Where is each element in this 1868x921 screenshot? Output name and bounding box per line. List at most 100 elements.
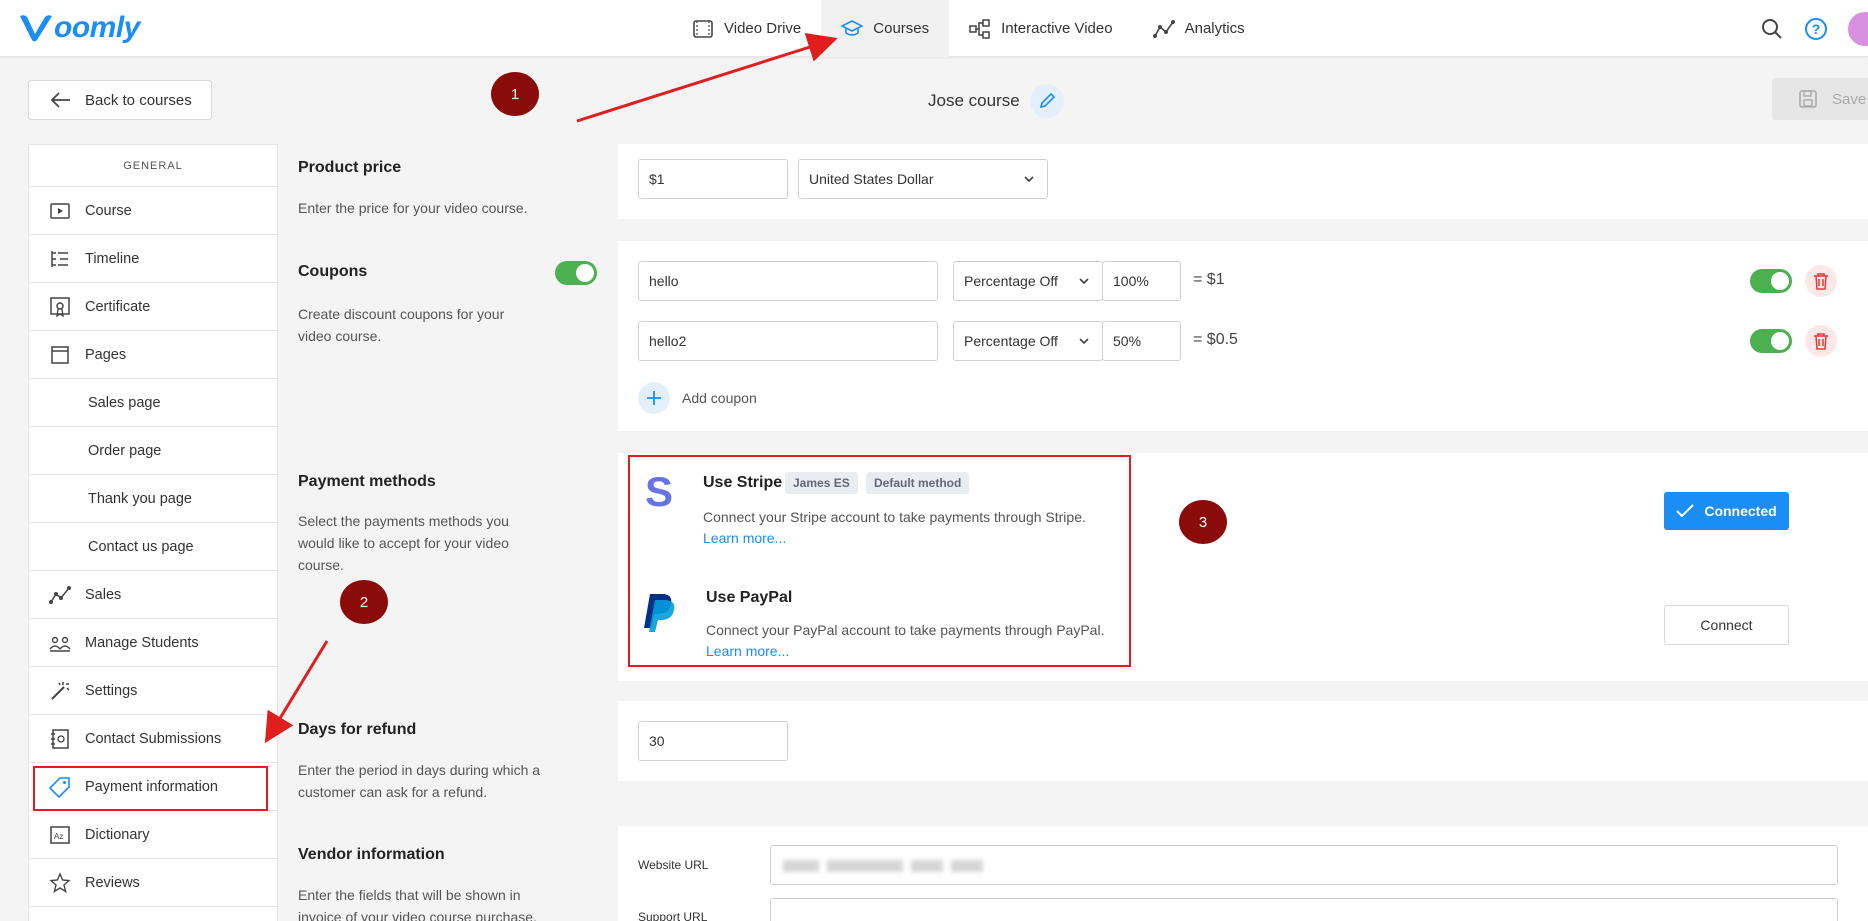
sidebar-item-order-page[interactable]: Order page bbox=[29, 427, 277, 475]
annotation-marker-1: 1 bbox=[491, 72, 539, 116]
coupon-result: = $1 bbox=[1193, 271, 1225, 288]
coupon-type-select[interactable]: Percentage Off bbox=[953, 261, 1103, 301]
coupon-code-input[interactable]: hello2 bbox=[638, 321, 938, 361]
currency-select[interactable]: United States Dollar bbox=[798, 159, 1048, 199]
nav-label: Video Drive bbox=[724, 20, 802, 37]
sidebar-item-label: Thank you page bbox=[88, 490, 192, 507]
nav-video-drive[interactable]: Video Drive bbox=[672, 0, 821, 57]
nav-label: Courses bbox=[873, 20, 930, 37]
paypal-connect-button[interactable]: Connect bbox=[1664, 605, 1789, 645]
sidebar-item-label: Manage Students bbox=[85, 634, 199, 651]
sidebar-item-reviews[interactable]: Reviews bbox=[29, 859, 277, 907]
price-input[interactable]: $1 bbox=[638, 159, 788, 199]
sidebar-item-sales[interactable]: Sales bbox=[29, 571, 277, 619]
sidebar-item-label: Settings bbox=[85, 682, 138, 699]
star-icon bbox=[49, 871, 71, 893]
certificate-icon bbox=[50, 296, 70, 317]
vendor-desc: Enter the fields that will be shown in i… bbox=[298, 887, 537, 921]
graduation-cap-icon bbox=[841, 19, 864, 36]
edit-title-button[interactable] bbox=[1029, 84, 1064, 118]
vendor-card: Website URL Support URL bbox=[618, 826, 1868, 921]
delete-coupon-button[interactable] bbox=[1805, 265, 1837, 297]
coupon-toggle[interactable] bbox=[1750, 269, 1792, 293]
coupon-code-input[interactable]: hello bbox=[638, 261, 938, 301]
sidebar-item-pages[interactable]: Pages bbox=[29, 331, 277, 379]
sidebar-item-manage-students[interactable]: Manage Students bbox=[29, 619, 277, 667]
connected-label: Connected bbox=[1704, 503, 1777, 519]
stripe-connected-button[interactable]: Connected bbox=[1664, 492, 1789, 530]
svg-text:Az: Az bbox=[54, 832, 63, 841]
sidebar-item-dictionary[interactable]: Az Dictionary bbox=[29, 811, 277, 859]
stripe-learn-more-link[interactable]: Learn more... bbox=[703, 530, 786, 546]
annotation-marker-2: 2 bbox=[340, 580, 388, 624]
sidebar-item-settings[interactable]: Settings bbox=[29, 667, 277, 715]
support-url-input[interactable] bbox=[770, 898, 1838, 921]
user-avatar[interactable] bbox=[1848, 12, 1868, 46]
top-right-actions: ? bbox=[1760, 12, 1868, 46]
nav-label: Interactive Video bbox=[1001, 20, 1113, 37]
analytics-icon bbox=[1152, 19, 1175, 38]
stripe-logo-icon: S bbox=[645, 472, 673, 512]
coupon-amount-input[interactable]: 100% bbox=[1102, 261, 1181, 301]
help-icon[interactable]: ? bbox=[1804, 17, 1828, 41]
back-label: Back to courses bbox=[85, 91, 192, 109]
nav-analytics[interactable]: Analytics bbox=[1133, 0, 1265, 57]
chevron-down-icon bbox=[1079, 278, 1089, 285]
settings-sidebar: GENERAL Course Timeline Certificate Page… bbox=[28, 144, 278, 921]
video-drive-icon bbox=[693, 19, 713, 38]
sidebar-item-timeline[interactable]: Timeline bbox=[29, 235, 277, 283]
coupons-toggle[interactable] bbox=[555, 261, 597, 285]
redacted-text bbox=[783, 860, 983, 872]
coupon-result: = $0.5 bbox=[1193, 331, 1238, 348]
paypal-learn-more-link[interactable]: Learn more... bbox=[706, 643, 789, 659]
product-price-title: Product price bbox=[298, 159, 402, 176]
coupon-toggle[interactable] bbox=[1750, 329, 1792, 353]
stripe-desc: Connect your Stripe account to take paym… bbox=[703, 509, 1086, 525]
sidebar-item-certificate[interactable]: Certificate bbox=[29, 283, 277, 331]
sidebar-item-payment-information[interactable]: Payment information bbox=[29, 763, 277, 811]
chevron-down-icon bbox=[1079, 338, 1089, 345]
main-nav: Video Drive Courses Interactive Video An… bbox=[672, 0, 1265, 57]
save-label: Save bbox=[1832, 90, 1867, 108]
coupon-amount-input[interactable]: 50% bbox=[1102, 321, 1181, 361]
save-button[interactable]: Save bbox=[1772, 78, 1868, 120]
product-price-desc: Enter the price for your video course. bbox=[298, 200, 528, 216]
sidebar-item-contact-us-page[interactable]: Contact us page bbox=[29, 523, 277, 571]
coupon-type-value: Percentage Off bbox=[964, 273, 1058, 289]
website-url-input[interactable] bbox=[770, 845, 1838, 885]
sales-icon bbox=[49, 585, 71, 604]
sidebar-item-course[interactable]: Course bbox=[29, 187, 277, 235]
refund-days-input[interactable]: 30 bbox=[638, 721, 788, 761]
default-method-badge: Default method bbox=[866, 472, 970, 494]
annotation-marker-3: 3 bbox=[1179, 500, 1227, 544]
connect-label: Connect bbox=[1700, 617, 1753, 633]
sidebar-item-label: Sales page bbox=[88, 394, 161, 411]
pencil-icon bbox=[1039, 92, 1055, 109]
sidebar-item-sales-page[interactable]: Sales page bbox=[29, 379, 277, 427]
add-coupon-button[interactable]: Add coupon bbox=[638, 382, 757, 414]
sidebar-item-label: Course bbox=[85, 202, 132, 219]
voomly-v-logo-icon bbox=[20, 15, 52, 42]
nav-courses[interactable]: Courses bbox=[821, 0, 950, 57]
students-icon bbox=[49, 636, 71, 652]
coupon-type-value: Percentage Off bbox=[964, 333, 1058, 349]
sidebar-item-label: Pages bbox=[85, 346, 127, 363]
voomly-logo[interactable]: oomly bbox=[18, 10, 140, 46]
timeline-icon bbox=[51, 250, 68, 267]
sidebar-item-label: Certificate bbox=[85, 298, 151, 315]
vendor-title: Vendor information bbox=[298, 846, 445, 863]
dictionary-icon: Az bbox=[50, 825, 70, 844]
coupon-type-select[interactable]: Percentage Off bbox=[953, 321, 1103, 361]
add-coupon-label: Add coupon bbox=[682, 390, 757, 406]
paypal-logo-icon bbox=[644, 594, 675, 632]
trash-icon bbox=[1814, 333, 1828, 350]
delete-coupon-button[interactable] bbox=[1805, 325, 1837, 357]
coupons-desc: Create discount coupons for your video c… bbox=[298, 306, 505, 344]
sidebar-item-thank-you-page[interactable]: Thank you page bbox=[29, 475, 277, 523]
page-icon bbox=[51, 345, 69, 364]
nav-interactive-video[interactable]: Interactive Video bbox=[949, 0, 1132, 57]
back-to-courses-button[interactable]: Back to courses bbox=[28, 80, 212, 120]
search-icon[interactable] bbox=[1760, 17, 1784, 41]
wand-icon bbox=[51, 681, 70, 700]
sidebar-item-contact-submissions[interactable]: Contact Submissions bbox=[29, 715, 277, 763]
